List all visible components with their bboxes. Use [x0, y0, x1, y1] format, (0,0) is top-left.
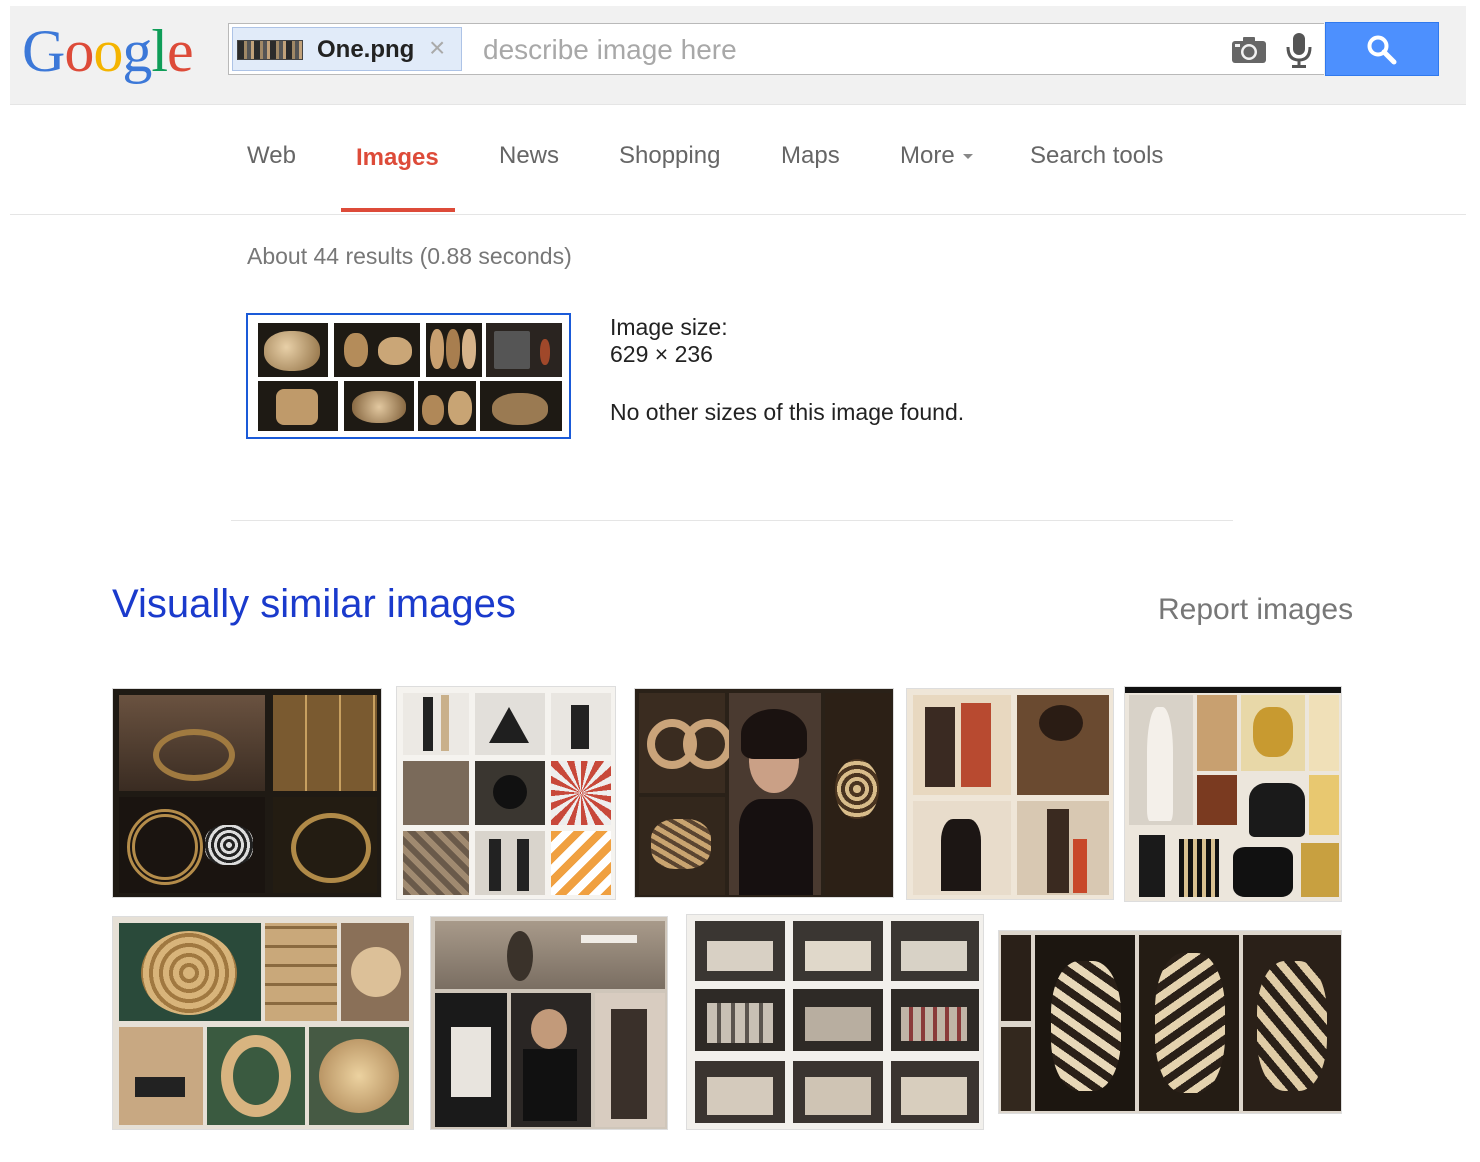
thumb-cell [426, 323, 482, 377]
similar-image-tile[interactable] [112, 916, 414, 1130]
microphone-icon[interactable] [1285, 32, 1313, 68]
search-tools-button[interactable]: Search tools [1030, 142, 1163, 170]
no-other-sizes-text: No other sizes of this image found. [610, 399, 965, 425]
report-images-link[interactable]: Report images [1158, 593, 1353, 627]
similar-image-tile[interactable] [112, 688, 382, 898]
section-divider [231, 520, 1233, 521]
tab-more[interactable]: More [900, 142, 973, 170]
logo-letter: G [22, 18, 65, 84]
thumb-cell [486, 323, 562, 377]
tab-shopping[interactable]: Shopping [619, 142, 720, 170]
active-tab-indicator [341, 208, 455, 212]
tab-news[interactable]: News [499, 142, 559, 170]
logo-letter: g [122, 18, 152, 84]
uploaded-file-chip[interactable]: One.png × [232, 27, 462, 71]
thumb-cell [344, 381, 414, 431]
thumb-cell [258, 323, 328, 377]
camera-icon[interactable] [1231, 36, 1267, 64]
similar-image-tile[interactable] [998, 930, 1342, 1114]
similar-image-tile[interactable] [686, 914, 984, 1130]
search-button[interactable] [1325, 22, 1439, 76]
visually-similar-heading[interactable]: Visually similar images [112, 582, 516, 627]
logo-letter: l [151, 18, 168, 84]
tab-web[interactable]: Web [247, 142, 296, 170]
image-size-value: 629 × 236 [610, 341, 713, 367]
tab-more-label: More [900, 142, 955, 169]
chevron-down-icon [962, 154, 973, 160]
tab-maps[interactable]: Maps [781, 142, 840, 170]
close-icon[interactable]: × [429, 32, 445, 64]
tab-images[interactable]: Images [356, 144, 439, 172]
file-thumbnail [237, 40, 303, 60]
magnifier-icon [1367, 35, 1397, 65]
thumb-cell [334, 323, 420, 377]
image-size-label: Image size: [610, 314, 728, 340]
similar-image-tile[interactable] [906, 688, 1114, 900]
logo-letter: o [93, 18, 123, 84]
query-image-thumbnail[interactable] [246, 313, 571, 439]
similar-image-tile[interactable] [634, 688, 894, 898]
thumb-cell [418, 381, 476, 431]
search-box[interactable]: One.png × [228, 23, 1324, 75]
search-nav: Web Images News Shopping Maps More Searc… [0, 104, 1480, 216]
thumb-cell [480, 381, 562, 431]
logo-letter: o [64, 18, 94, 84]
file-name: One.png [317, 36, 415, 63]
nav-divider [10, 214, 1466, 215]
result-stats: About 44 results (0.88 seconds) [247, 243, 572, 269]
header-bar: Google One.png × [10, 6, 1466, 105]
google-logo[interactable]: Google [22, 16, 194, 86]
similar-image-tile[interactable] [396, 686, 616, 900]
similar-image-tile[interactable] [430, 916, 668, 1130]
similar-image-tile[interactable] [1124, 686, 1342, 902]
thumb-cell [258, 381, 338, 431]
logo-letter: e [167, 18, 194, 84]
search-input[interactable] [481, 30, 1215, 70]
